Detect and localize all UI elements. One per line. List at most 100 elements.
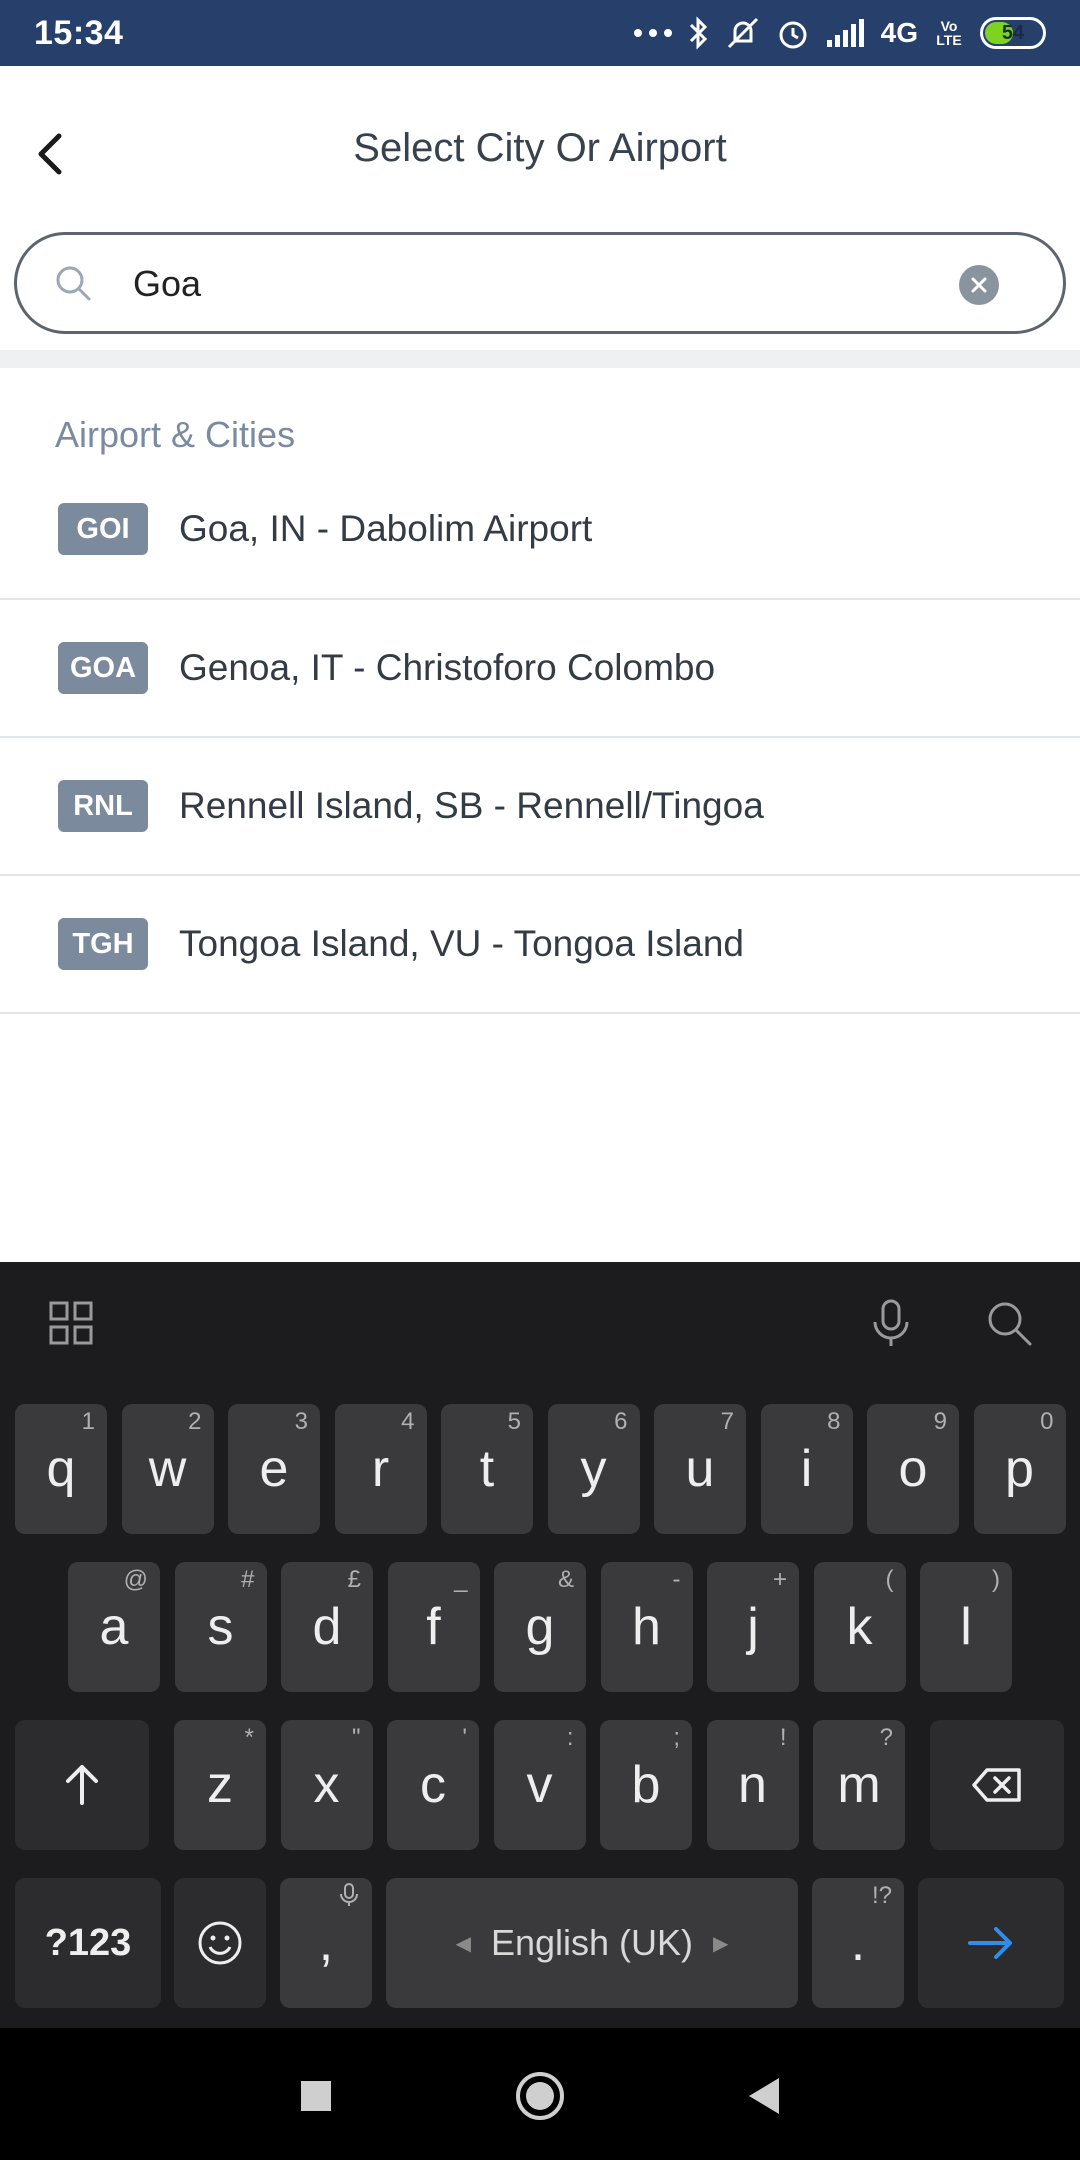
square-icon xyxy=(301,2081,331,2111)
key-r[interactable]: r4 xyxy=(334,1404,427,1534)
key-b[interactable]: b; xyxy=(600,1720,692,1850)
bluetooth-icon xyxy=(687,13,711,53)
key-o[interactable]: o9 xyxy=(867,1404,959,1534)
status-time: 15:34 xyxy=(34,13,124,52)
arrow-right-icon xyxy=(968,1927,1012,1959)
navigation-bar xyxy=(0,2028,1080,2160)
key-hint: 6 xyxy=(614,1408,628,1435)
key-label: r xyxy=(371,1440,390,1498)
key-t[interactable]: t5 xyxy=(441,1404,533,1534)
key-hint: 7 xyxy=(720,1408,734,1435)
list-item[interactable]: TGH Tongoa Island, VU - Tongoa Island xyxy=(0,876,1080,1014)
network-type: 4G xyxy=(880,17,918,48)
key-g[interactable]: g & xyxy=(494,1562,586,1692)
mic-hint-icon xyxy=(338,1882,360,1915)
key-p[interactable]: p0 xyxy=(973,1404,1066,1534)
airport-code-badge: TGH xyxy=(58,918,148,970)
back-nav-button[interactable] xyxy=(736,2068,792,2124)
key-u[interactable]: u7 xyxy=(654,1404,746,1534)
key-label: p xyxy=(1005,1440,1034,1498)
microphone-icon xyxy=(873,1299,909,1346)
clear-search-button[interactable] xyxy=(959,265,999,305)
keyboard-search-button[interactable] xyxy=(984,1298,1034,1348)
comma-key[interactable]: , xyxy=(280,1878,372,2008)
key-label: o xyxy=(898,1440,928,1498)
header: Select City Or Airport xyxy=(0,66,1080,234)
key-a[interactable]: a @ xyxy=(68,1562,160,1692)
emoji-icon xyxy=(198,1921,242,1965)
key-q[interactable]: q1 xyxy=(15,1404,107,1534)
airport-code-badge: GOA xyxy=(58,642,148,694)
section-title: Airport & Cities xyxy=(55,414,296,455)
mute-bell-icon xyxy=(725,13,761,53)
key-hint: ' xyxy=(462,1724,467,1751)
key-n[interactable]: n! xyxy=(706,1720,799,1850)
key-y[interactable]: y6 xyxy=(547,1404,640,1534)
key-label: b xyxy=(631,1756,661,1814)
key-l[interactable]: l) xyxy=(920,1562,1012,1692)
key-hint: # xyxy=(241,1566,255,1593)
period-label: . xyxy=(850,1914,866,1972)
key-hint: 3 xyxy=(294,1408,308,1435)
backspace-key[interactable] xyxy=(930,1720,1064,1850)
key-c[interactable]: c ' xyxy=(387,1720,479,1850)
period-key[interactable]: . !? xyxy=(812,1878,904,2008)
key-label: f xyxy=(426,1598,441,1656)
key-s[interactable]: s # xyxy=(174,1562,267,1692)
key-label: k xyxy=(846,1598,873,1656)
signal-icon xyxy=(825,13,867,53)
enter-key[interactable] xyxy=(918,1878,1064,2008)
key-hint: + xyxy=(772,1566,787,1593)
key-label: s xyxy=(207,1598,234,1656)
key-j[interactable]: j + xyxy=(707,1562,799,1692)
key-label: j xyxy=(747,1598,759,1656)
key-e[interactable]: e3 xyxy=(228,1404,320,1534)
key-hint: 2 xyxy=(188,1408,202,1435)
key-hint: @ xyxy=(123,1566,148,1593)
key-k[interactable]: k( xyxy=(813,1562,906,1692)
airport-code-badge: RNL xyxy=(58,780,148,832)
divider xyxy=(0,350,1080,368)
keyboard: q 1 w 2 e 3 r 4 t 5 y 6 u 7 i 8 o 9 p 0 a @ s # d £ f _ g & h - j + k(l) z *… xyxy=(0,1262,1080,2028)
keyboard-menu-button[interactable] xyxy=(46,1298,96,1348)
key-z[interactable]: z * xyxy=(174,1720,266,1850)
home-button[interactable] xyxy=(512,2068,568,2124)
key-w[interactable]: w2 xyxy=(121,1404,214,1534)
symbols-key[interactable]: ?123 xyxy=(15,1878,161,2008)
list-item[interactable]: GOI Goa, IN - Dabolim Airport xyxy=(0,460,1080,600)
list-item[interactable]: GOA Genoa, IT - Christoforo Colombo xyxy=(0,600,1080,738)
search-box[interactable] xyxy=(14,232,1066,334)
key-hint: 1 xyxy=(81,1408,95,1435)
search-icon xyxy=(988,1302,1032,1346)
shift-arrow-icon xyxy=(66,1765,98,1805)
key-hint: - xyxy=(672,1566,681,1593)
voice-input-button[interactable] xyxy=(866,1298,916,1348)
key-i[interactable]: i8 xyxy=(760,1404,853,1534)
key-hint: : xyxy=(566,1724,574,1751)
search-icon xyxy=(53,263,93,303)
list-item[interactable]: RNL Rennell Island, SB - Rennell/Tingoa xyxy=(0,738,1080,876)
key-label: d xyxy=(312,1598,342,1656)
period-hint: !? xyxy=(871,1882,892,1909)
recent-apps-button[interactable] xyxy=(288,2068,344,2124)
battery-icon: 54 xyxy=(980,17,1046,49)
key-h[interactable]: h- xyxy=(600,1562,693,1692)
key-label: v xyxy=(526,1756,553,1814)
key-d[interactable]: d £ xyxy=(281,1562,373,1692)
key-m[interactable]: m? xyxy=(813,1720,905,1850)
search-input[interactable] xyxy=(133,257,933,311)
home-circle-icon xyxy=(516,2072,564,2120)
key-label: u xyxy=(685,1440,715,1498)
key-f[interactable]: f _ xyxy=(387,1562,480,1692)
space-key[interactable]: ◀ English (UK) ▶ xyxy=(386,1878,798,2008)
shift-key[interactable] xyxy=(15,1720,149,1850)
key-hint: ? xyxy=(879,1724,893,1751)
comma-label: , xyxy=(318,1914,334,1972)
list-item-label: Genoa, IT - Christoforo Colombo xyxy=(179,647,716,688)
key-label: l xyxy=(960,1598,972,1656)
key-label: i xyxy=(800,1440,813,1498)
emoji-key[interactable] xyxy=(174,1878,266,2008)
key-x[interactable]: x " xyxy=(280,1720,373,1850)
key-v[interactable]: v: xyxy=(493,1720,586,1850)
key-label: e xyxy=(259,1440,289,1498)
